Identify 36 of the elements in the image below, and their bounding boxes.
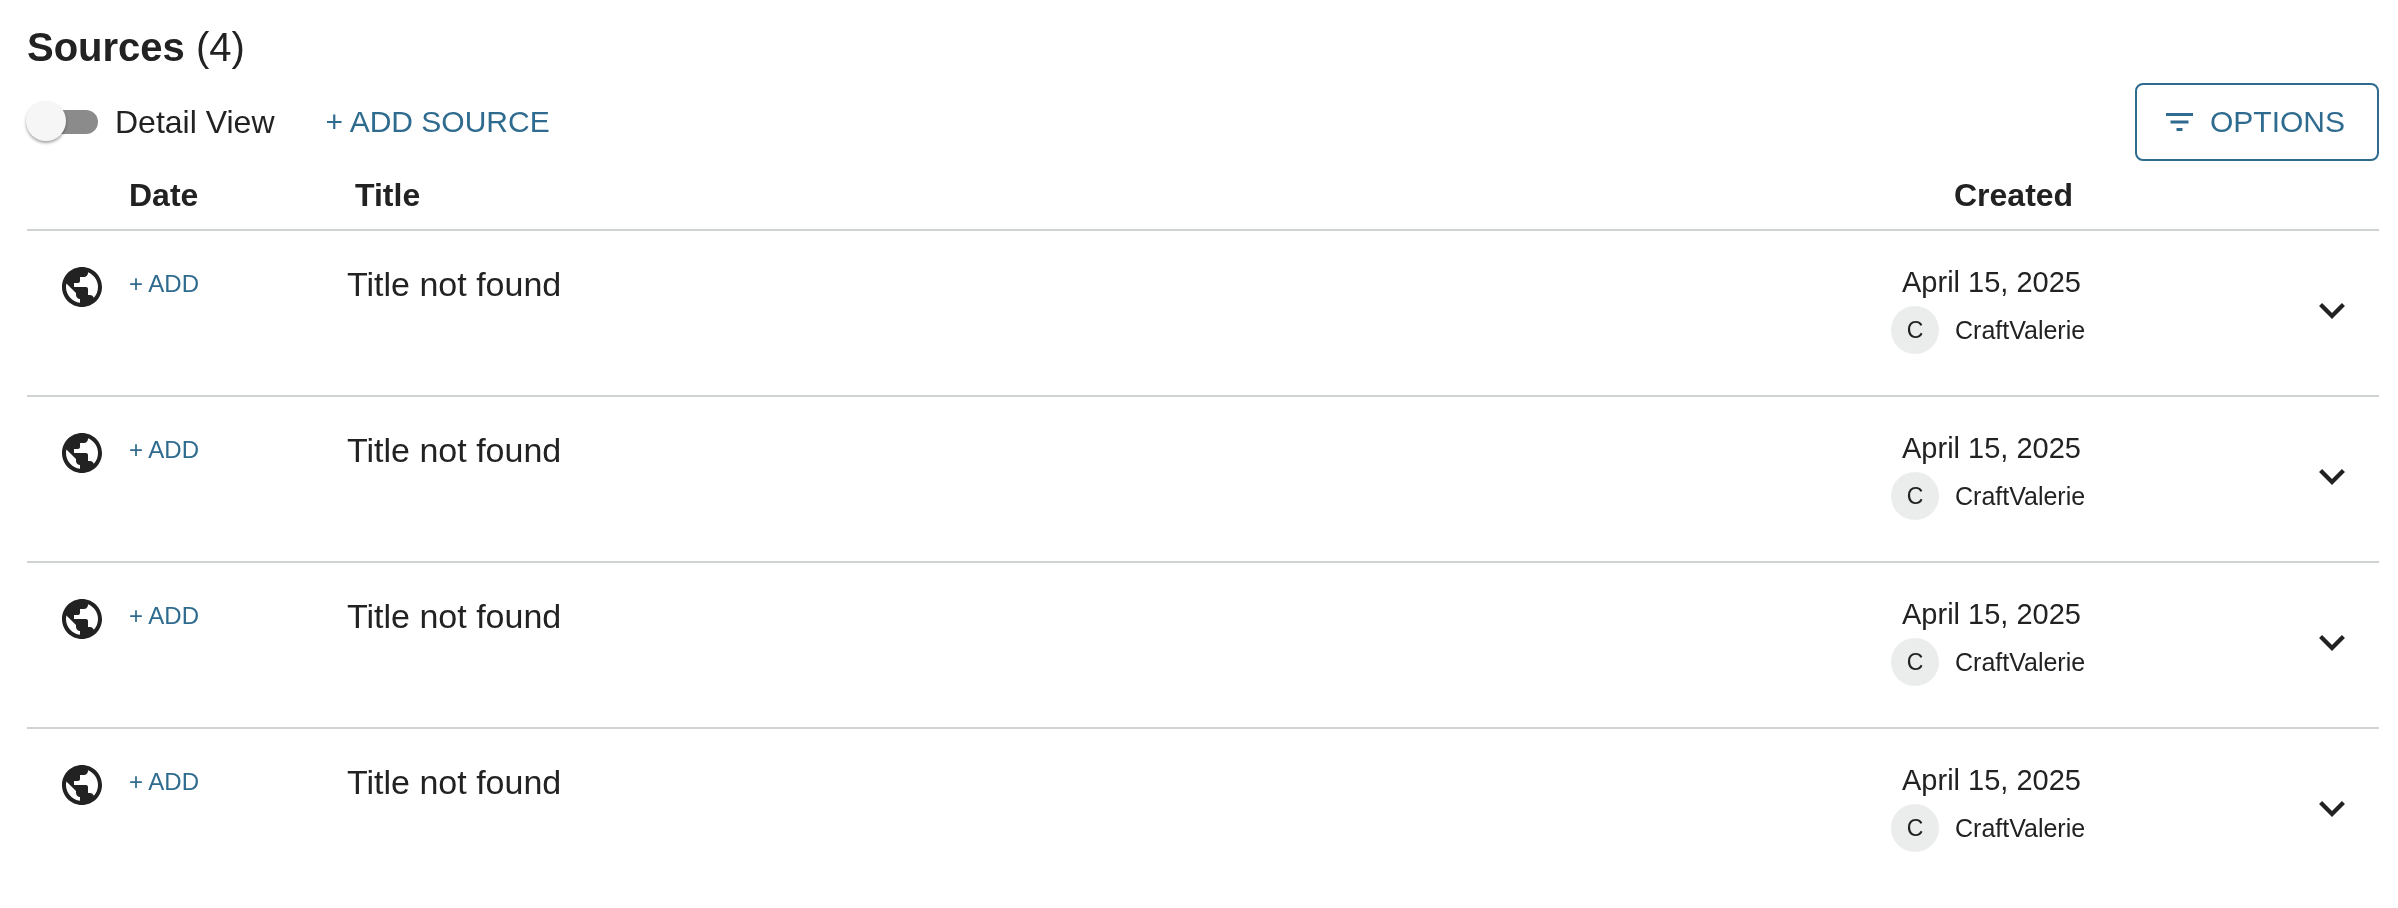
user-avatar: C	[1891, 804, 1939, 852]
source-title: Title not found	[347, 599, 562, 633]
add-date-link[interactable]: + ADD	[129, 267, 200, 301]
chevron-down-icon[interactable]	[2319, 468, 2345, 485]
add-date-link[interactable]: + ADD	[129, 433, 200, 467]
column-header: Date	[129, 176, 199, 215]
globe-icon	[62, 599, 102, 639]
chevron-down-icon[interactable]	[2319, 302, 2345, 319]
add-date-link[interactable]: + ADD	[129, 599, 200, 633]
options-button[interactable]: OPTIONS	[2135, 83, 2379, 161]
filter-icon	[2166, 113, 2193, 131]
user-avatar: C	[1891, 306, 1939, 354]
source-title: Title not found	[347, 267, 562, 301]
creator-name: CraftValerie	[1955, 481, 2086, 511]
add-source-link[interactable]: + ADD SOURCE	[325, 102, 550, 142]
created-date: April 15, 2025	[1902, 433, 2081, 463]
column-header: Created	[1954, 176, 2074, 215]
globe-icon	[62, 433, 102, 473]
source-title: Title not found	[347, 765, 562, 799]
chevron-down-icon[interactable]	[2319, 800, 2345, 817]
column-header: Title	[355, 176, 421, 215]
created-date: April 15, 2025	[1902, 267, 2081, 297]
creator-name: CraftValerie	[1955, 813, 2086, 843]
creator-name: CraftValerie	[1955, 315, 2086, 345]
add-date-link[interactable]: + ADD	[129, 765, 200, 799]
globe-icon	[62, 267, 102, 307]
detail-view-label: Detail View	[115, 103, 275, 142]
sources-heading: Sources (4)	[27, 24, 245, 71]
user-avatar: C	[1891, 638, 1939, 686]
globe-icon	[62, 765, 102, 805]
created-date: April 15, 2025	[1902, 599, 2081, 629]
creator-name: CraftValerie	[1955, 647, 2086, 677]
source-title: Title not found	[347, 433, 562, 467]
created-date: April 15, 2025	[1902, 765, 2081, 795]
user-avatar: C	[1891, 472, 1939, 520]
chevron-down-icon[interactable]	[2319, 634, 2345, 651]
